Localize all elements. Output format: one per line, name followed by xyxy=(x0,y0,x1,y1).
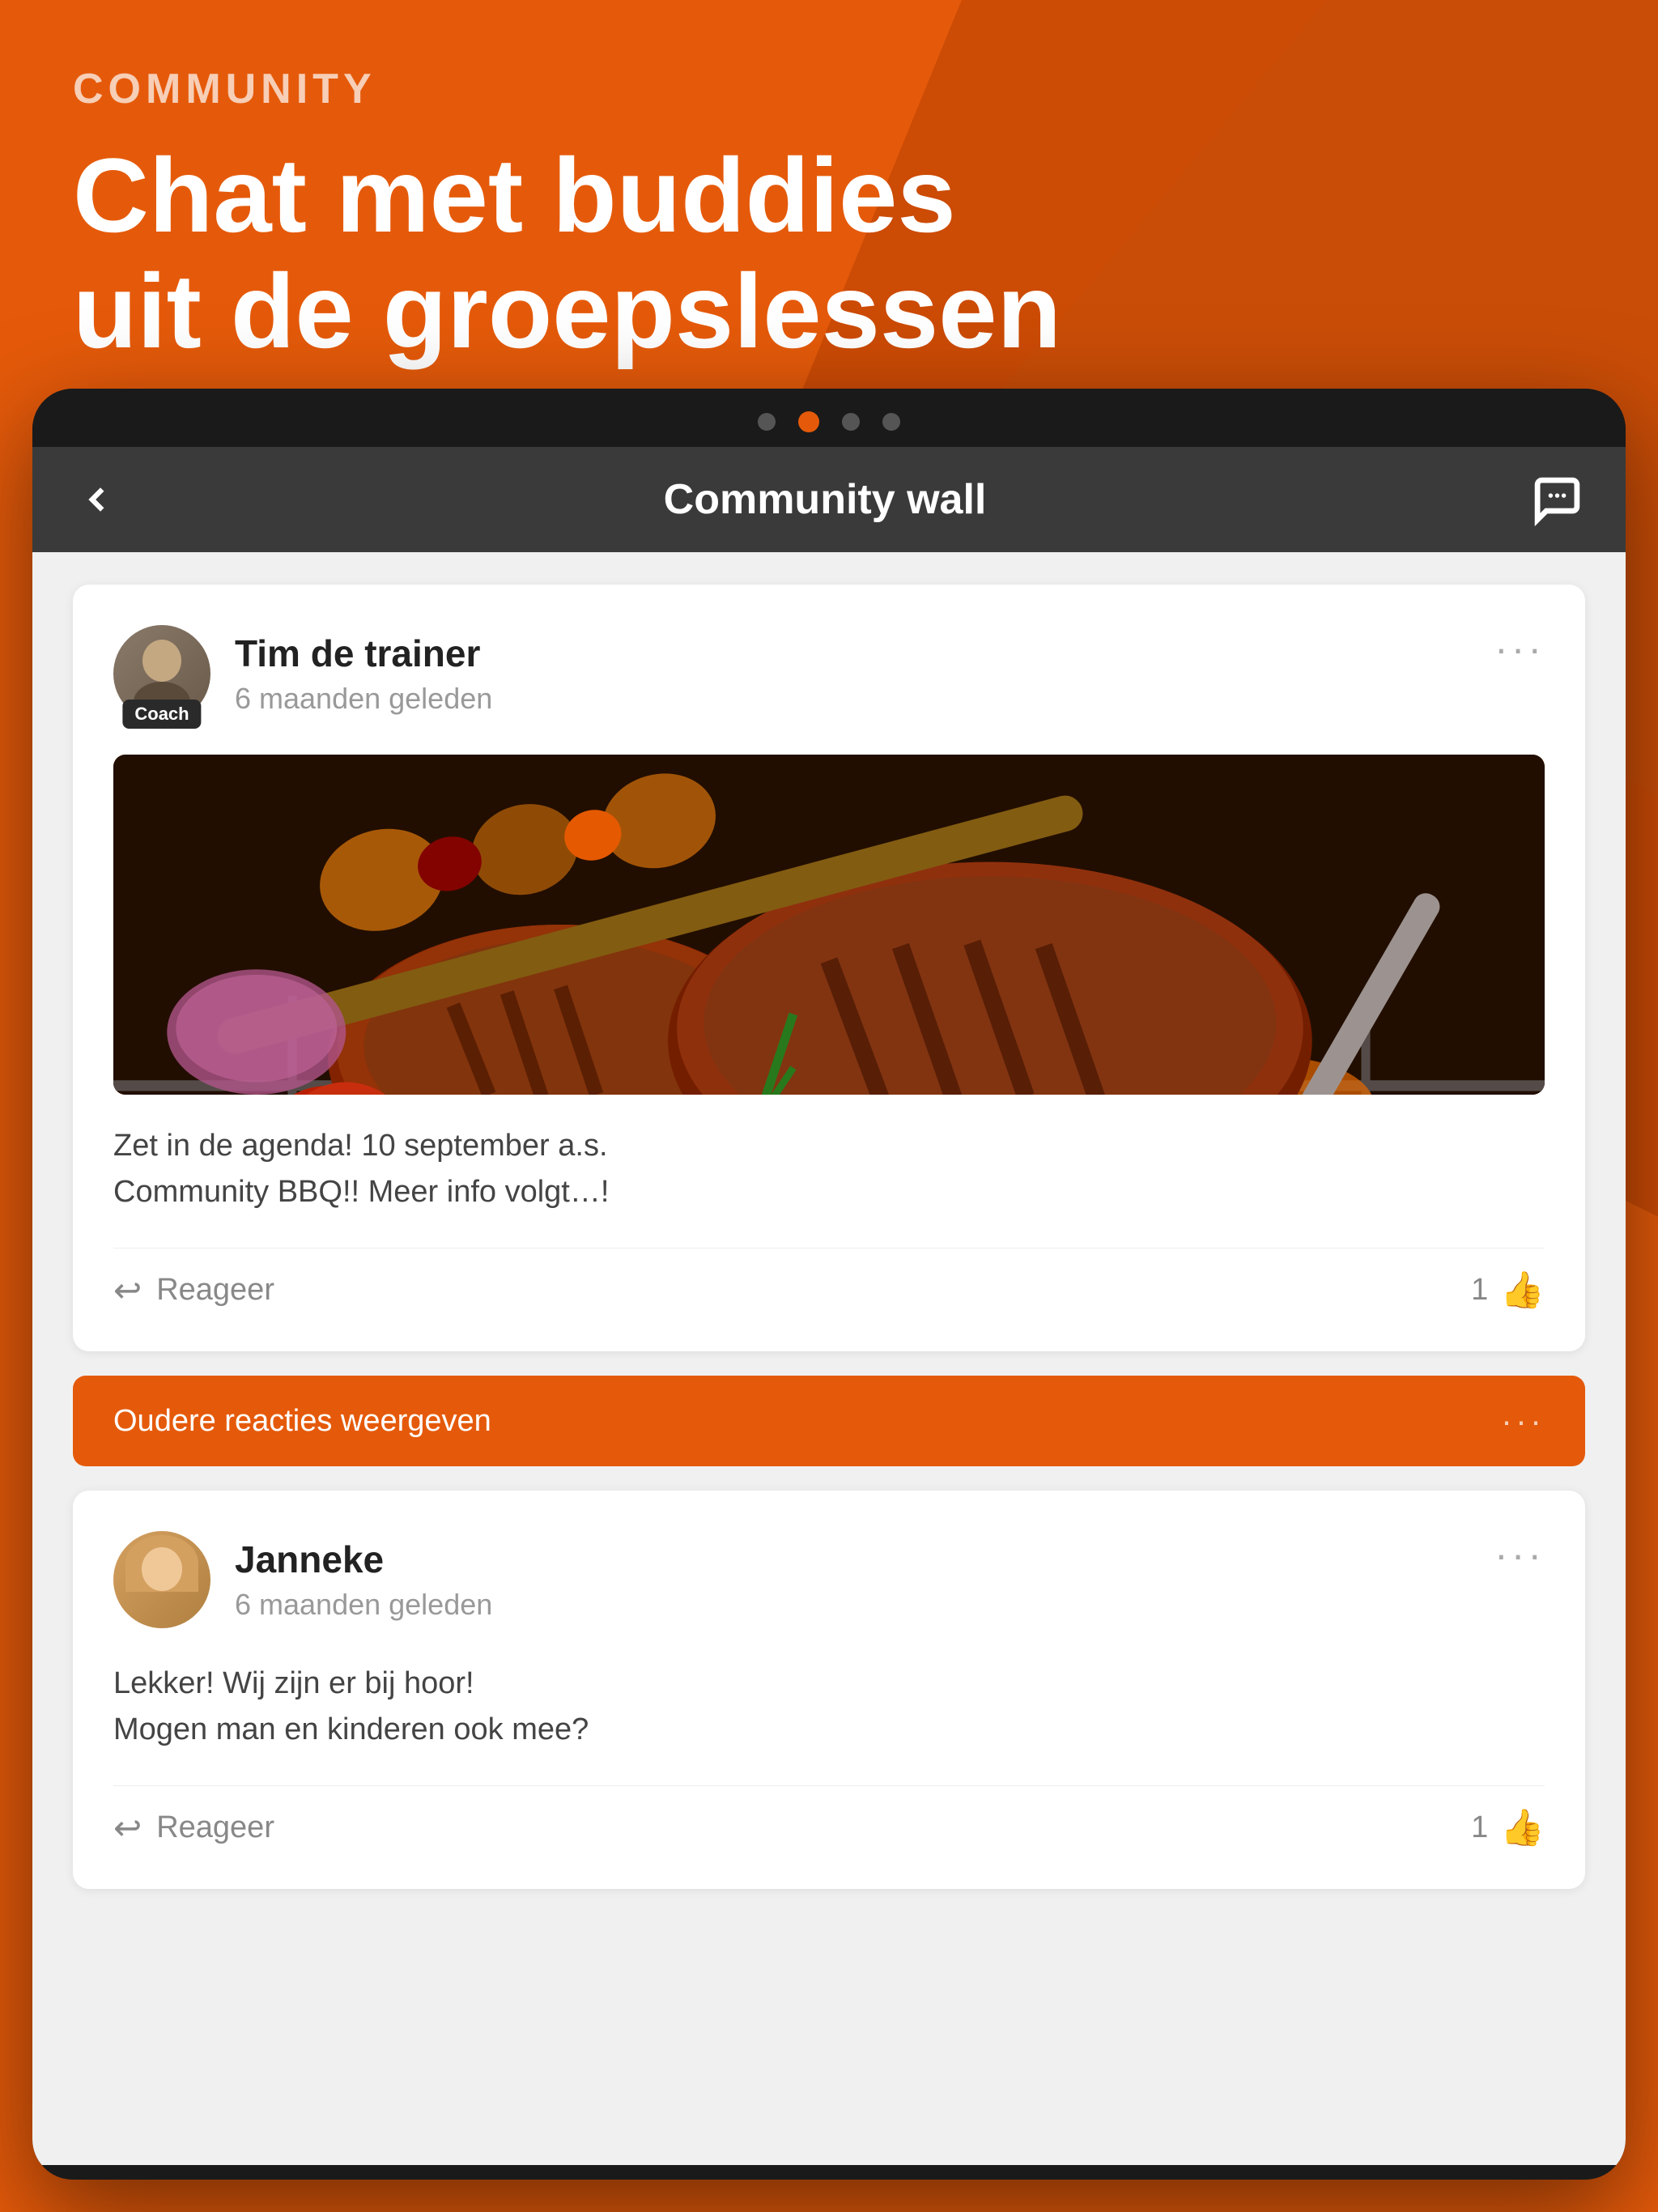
post-1-footer: ↩ Reageer 1 👍 xyxy=(113,1248,1545,1311)
older-reactions-bar[interactable]: Oudere reacties weergeven ··· xyxy=(73,1376,1585,1466)
post-card-1: Coach Tim de trainer 6 maanden geleden ·… xyxy=(73,585,1585,1351)
scroll-content[interactable]: Coach Tim de trainer 6 maanden geleden ·… xyxy=(32,552,1626,2165)
nav-title: Community wall xyxy=(664,475,987,524)
post-1-reply-btn[interactable]: ↩ Reageer xyxy=(113,1270,274,1310)
post-1-image xyxy=(113,755,1545,1095)
post-1-like-count: 1 xyxy=(1471,1273,1488,1308)
older-reactions-dots: ··· xyxy=(1501,1402,1545,1440)
post-2-header: Janneke 6 maanden geleden ··· xyxy=(113,1531,1545,1628)
like-icon-2: 👍 xyxy=(1500,1806,1545,1848)
post-1-author-name: Tim de trainer xyxy=(235,632,492,675)
dot-3 xyxy=(842,413,860,431)
post-1-header: Coach Tim de trainer 6 maanden geleden ·… xyxy=(113,625,1545,722)
older-reactions-text: Oudere reacties weergeven xyxy=(113,1404,491,1439)
hero-title-line2: uit de groepslessen xyxy=(73,253,1585,369)
dot-4 xyxy=(882,413,900,431)
hero-title-line1: Chat met buddies xyxy=(73,138,1585,253)
device-dots xyxy=(32,389,1626,447)
reply-icon-2: ↩ xyxy=(113,1808,142,1848)
post-1-author-time: 6 maanden geleden xyxy=(235,682,492,716)
header-area: COMMUNITY Chat met buddies uit de groeps… xyxy=(0,0,1658,418)
post-1-like-area[interactable]: 1 👍 xyxy=(1471,1269,1545,1311)
post-2-author-info: Janneke 6 maanden geleden xyxy=(113,1531,492,1628)
coach-badge: Coach xyxy=(122,700,201,729)
post-2-author-time: 6 maanden geleden xyxy=(235,1588,492,1622)
post-2-like-area[interactable]: 1 👍 xyxy=(1471,1806,1545,1848)
post-1-author-text: Tim de trainer 6 maanden geleden xyxy=(235,632,492,716)
post-2-author-name: Janneke xyxy=(235,1538,492,1581)
post-1-text: Zet in de agenda! 10 september a.s. Comm… xyxy=(113,1123,1545,1215)
post-2-text: Lekker! Wij zijn er bij hoor! Mogen man … xyxy=(113,1661,1545,1753)
post-1-author-info: Coach Tim de trainer 6 maanden geleden xyxy=(113,625,492,722)
janneke-avatar xyxy=(113,1531,210,1628)
hero-title: Chat met buddies uit de groepslessen xyxy=(73,138,1585,369)
device-frame: Community wall Coach xyxy=(32,389,1626,2180)
reply-icon: ↩ xyxy=(113,1270,142,1310)
app-screen: Community wall Coach xyxy=(32,447,1626,2165)
post-1-menu-dots[interactable]: ··· xyxy=(1494,625,1545,672)
post-2-footer: ↩ Reageer 1 👍 xyxy=(113,1785,1545,1848)
dot-2 xyxy=(798,411,819,432)
post-1-reply-label: Reageer xyxy=(156,1273,274,1308)
post-2-like-count: 1 xyxy=(1471,1810,1488,1845)
post-card-2: Janneke 6 maanden geleden ··· Lekker! Wi… xyxy=(73,1491,1585,1889)
back-button[interactable] xyxy=(73,475,121,524)
nav-bar: Community wall xyxy=(32,447,1626,552)
post-2-avatar-wrapper xyxy=(113,1531,210,1628)
post-2-reply-label: Reageer xyxy=(156,1810,274,1845)
like-icon: 👍 xyxy=(1500,1269,1545,1311)
post-2-menu-dots[interactable]: ··· xyxy=(1494,1531,1545,1578)
community-label: COMMUNITY xyxy=(73,65,1585,113)
chat-icon[interactable] xyxy=(1528,471,1585,528)
post-2-author-text: Janneke 6 maanden geleden xyxy=(235,1538,492,1622)
post-2-reply-btn[interactable]: ↩ Reageer xyxy=(113,1808,274,1848)
post-1-avatar-wrapper: Coach xyxy=(113,625,210,722)
dot-1 xyxy=(758,413,776,431)
